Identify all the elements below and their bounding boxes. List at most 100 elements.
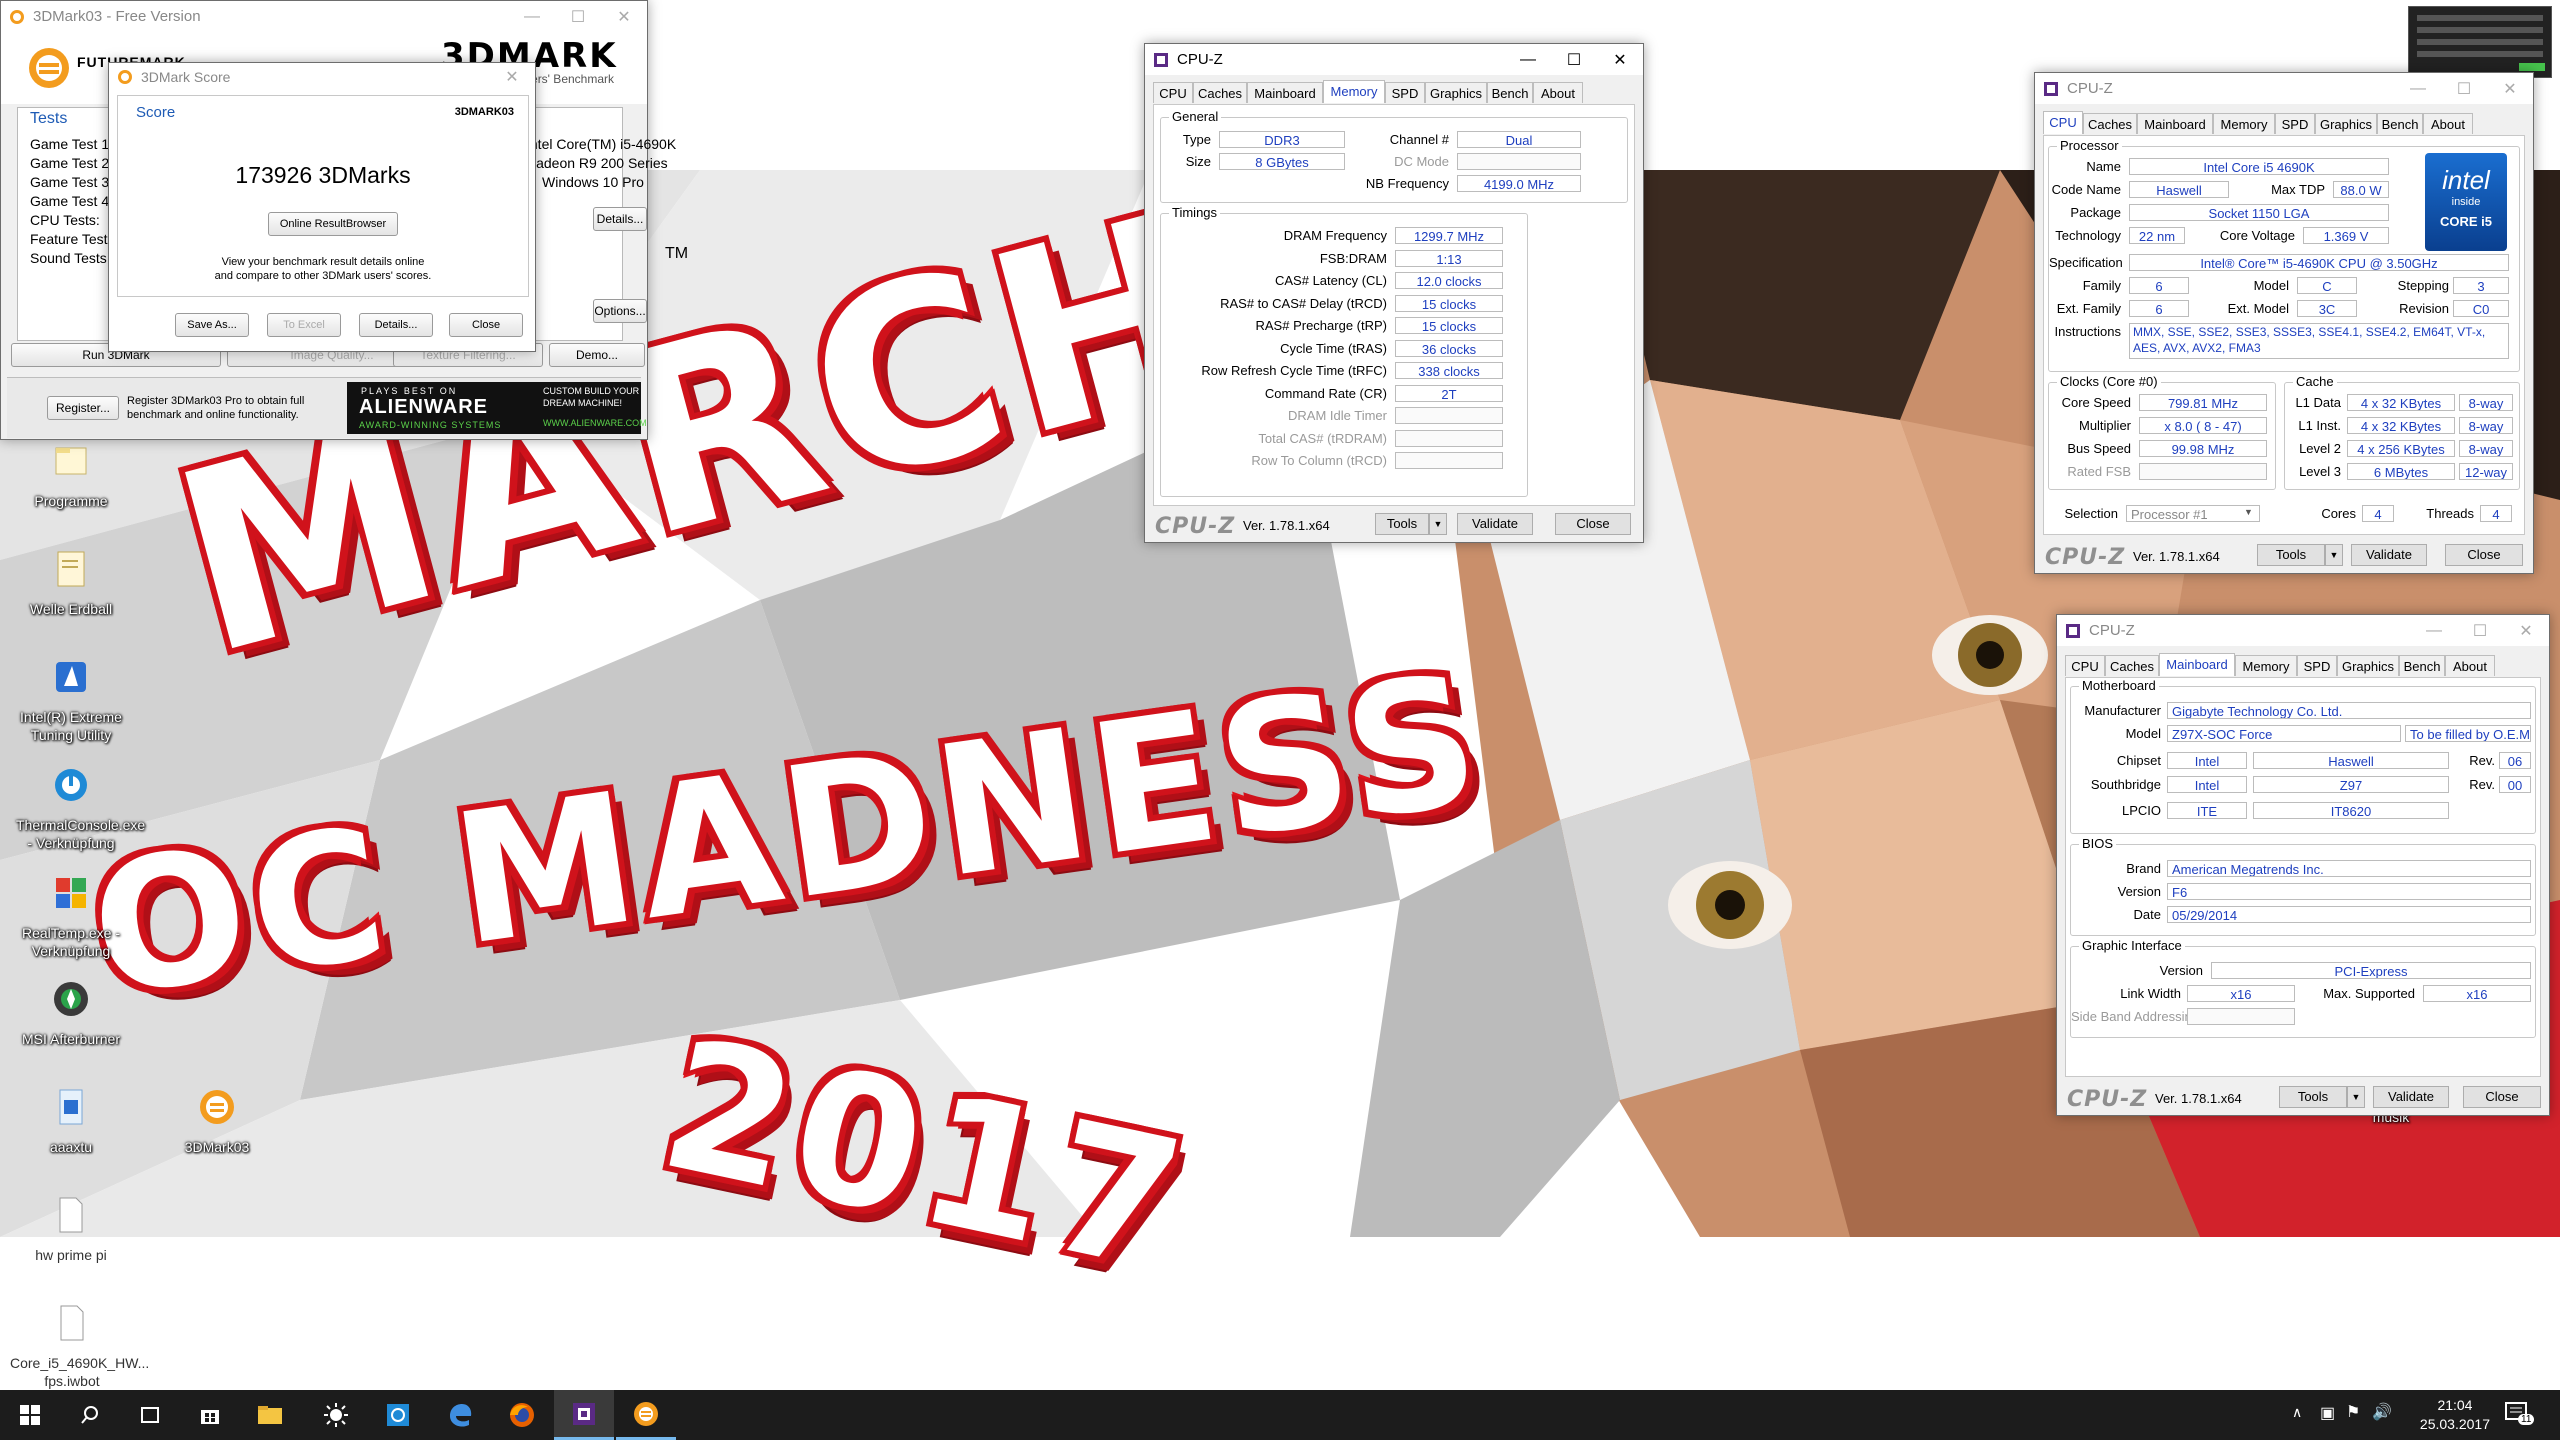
tab-memory[interactable]: Memory — [1323, 80, 1385, 103]
tab-caches[interactable]: Caches — [2083, 113, 2137, 134]
tab-memory[interactable]: Memory — [2213, 113, 2275, 134]
cpuz-titlebar[interactable]: CPU-Z — ☐ ✕ — [1145, 44, 1643, 75]
clock-time: 21:04 — [2437, 1397, 2473, 1413]
desktop-icon-hw-prime-pi[interactable]: hw prime pi — [16, 1194, 126, 1264]
close-button[interactable]: Close — [2445, 544, 2523, 566]
tab-about[interactable]: About — [1533, 82, 1583, 103]
maximize-button[interactable]: ☐ — [2441, 73, 2487, 104]
details-button[interactable]: Details... — [593, 207, 647, 231]
tab-graphics[interactable]: Graphics — [2337, 655, 2399, 676]
online-resultbrowser-button[interactable]: Online ResultBrowser — [268, 212, 398, 236]
tools-dropdown-icon[interactable]: ▼ — [2325, 544, 2343, 566]
maximize-button[interactable]: ☐ — [1551, 44, 1597, 75]
start-button[interactable] — [0, 1390, 60, 1440]
maximize-button[interactable]: ☐ — [2457, 615, 2503, 646]
cpuz-titlebar[interactable]: CPU-Z — ☐ ✕ — [2057, 615, 2549, 646]
ad-text: WWW.ALIENWARE.COM — [543, 418, 647, 428]
close-button[interactable]: ✕ — [2487, 73, 2533, 104]
desktop-icon-thermalconsole[interactable]: ThermalConsole.exe - Verknüpfung — [16, 764, 145, 852]
save-as-button[interactable]: Save As... — [175, 313, 249, 337]
group-title: Timings — [1169, 205, 1221, 220]
tab-spd[interactable]: SPD — [2297, 655, 2337, 676]
tray-clock[interactable]: 21:04 25.03.2017 — [2420, 1396, 2490, 1434]
tab-cpu[interactable]: CPU — [2043, 111, 2083, 134]
tab-caches[interactable]: Caches — [2105, 655, 2159, 676]
close-button[interactable]: Close — [2463, 1086, 2541, 1108]
to-excel-button[interactable]: To Excel — [267, 313, 341, 337]
store-button[interactable] — [180, 1390, 240, 1440]
tab-spd[interactable]: SPD — [1385, 82, 1425, 103]
desktop-icon-realtemp[interactable]: RealTemp.exe - Verknüpfung — [16, 872, 126, 960]
tools-dropdown-icon[interactable]: ▼ — [1429, 513, 1447, 535]
score-dialog-titlebar[interactable]: 3DMark Score ✕ — [109, 63, 535, 91]
action-center-button[interactable]: 11 — [2504, 1400, 2535, 1430]
flag-icon[interactable]: ⚑ — [2346, 1402, 2360, 1422]
tab-bench[interactable]: Bench — [1487, 82, 1533, 103]
search-button[interactable] — [60, 1390, 120, 1440]
minimize-button[interactable]: — — [1505, 44, 1551, 75]
desktop-icon-aaaxtu[interactable]: aaaxtu — [16, 1086, 126, 1156]
tab-bench[interactable]: Bench — [2399, 655, 2445, 676]
minimize-button[interactable]: — — [509, 1, 555, 32]
tab-mainboard[interactable]: Mainboard — [2137, 113, 2213, 134]
details-button[interactable]: Details... — [359, 313, 433, 337]
register-button[interactable]: Register... — [47, 396, 119, 420]
tools-button[interactable]: Tools — [2257, 544, 2325, 566]
cpuz-footer: CPU-Z Ver. 1.78.1.x64 Tools ▼ Validate C… — [1145, 508, 1643, 542]
close-button[interactable]: Close — [449, 313, 523, 337]
minimize-button[interactable]: — — [2395, 73, 2441, 104]
desktop-icon-core-i5-file[interactable]: Core_i5_4690K_HW... fps.iwbot — [10, 1302, 149, 1390]
close-button[interactable]: ✕ — [489, 63, 535, 91]
maximize-button[interactable]: ☐ — [555, 1, 601, 32]
tab-graphics[interactable]: Graphics — [2315, 113, 2377, 134]
desktop-icon-afterburner[interactable]: MSI Afterburner — [16, 978, 126, 1048]
desktop-icon-xtu[interactable]: Intel(R) Extreme Tuning Utility — [16, 656, 126, 744]
edge-button[interactable] — [430, 1390, 490, 1440]
package-value: Socket 1150 LGA — [2129, 204, 2389, 221]
cpuz-taskbar-button[interactable] — [554, 1390, 614, 1440]
volume-icon[interactable]: 🔊 — [2372, 1402, 2392, 1422]
tab-memory[interactable]: Memory — [2235, 655, 2297, 676]
cpuz-titlebar[interactable]: CPU-Z — ☐ ✕ — [2035, 73, 2533, 104]
validate-button[interactable]: Validate — [1457, 513, 1533, 535]
desktop-icon-welle-erdball[interactable]: Welle Erdball — [16, 548, 126, 618]
weather-app-button[interactable] — [306, 1390, 366, 1440]
task-view-button[interactable] — [120, 1390, 180, 1440]
alienware-ad[interactable]: PLAYS BEST ON ALIENWARE AWARD-WINNING SY… — [347, 382, 647, 434]
desktop-icon-3dmark03[interactable]: 3DMark03 — [162, 1086, 272, 1156]
3dmark-taskbar-button[interactable] — [616, 1390, 676, 1440]
tab-about[interactable]: About — [2423, 113, 2473, 134]
chevron-down-icon[interactable]: ▼ — [2244, 507, 2253, 517]
options-button[interactable]: Options... — [593, 299, 647, 323]
tdmark-main-titlebar[interactable]: 3DMark03 - Free Version — ☐ ✕ — [1, 1, 647, 32]
close-button[interactable]: ✕ — [2503, 615, 2549, 646]
close-button[interactable]: ✕ — [1597, 44, 1643, 75]
file-explorer-button[interactable] — [240, 1390, 300, 1440]
tab-bench[interactable]: Bench — [2377, 113, 2423, 134]
network-app-button[interactable] — [368, 1390, 428, 1440]
tab-cpu[interactable]: CPU — [1153, 82, 1193, 103]
tab-about[interactable]: About — [2445, 655, 2495, 676]
close-button[interactable]: Close — [1555, 513, 1631, 535]
tab-mainboard[interactable]: Mainboard — [1247, 82, 1323, 103]
minimize-button[interactable]: — — [2411, 615, 2457, 646]
validate-button[interactable]: Validate — [2351, 544, 2427, 566]
selection-dropdown[interactable]: Processor #1 — [2126, 505, 2260, 522]
tools-button[interactable]: Tools — [2279, 1086, 2347, 1108]
demo-button[interactable]: Demo... — [549, 343, 645, 367]
intel-logo-text: CORE i5 — [2439, 214, 2492, 229]
tab-cpu[interactable]: CPU — [2065, 655, 2105, 676]
chevron-up-icon[interactable]: ∧ — [2292, 1404, 2302, 1421]
tools-dropdown-icon[interactable]: ▼ — [2347, 1086, 2365, 1108]
tab-spd[interactable]: SPD — [2275, 113, 2315, 134]
network-icon[interactable]: ▣ — [2320, 1403, 2335, 1423]
tab-graphics[interactable]: Graphics — [1425, 82, 1487, 103]
desktop-icon-programme[interactable]: Programme — [16, 440, 126, 510]
tab-caches[interactable]: Caches — [1193, 82, 1247, 103]
tools-button[interactable]: Tools — [1375, 513, 1429, 535]
max-tdp-value: 88.0 W — [2333, 181, 2389, 198]
close-button[interactable]: ✕ — [601, 1, 647, 32]
tab-mainboard[interactable]: Mainboard — [2159, 653, 2235, 676]
firefox-button[interactable] — [492, 1390, 552, 1440]
validate-button[interactable]: Validate — [2373, 1086, 2449, 1108]
